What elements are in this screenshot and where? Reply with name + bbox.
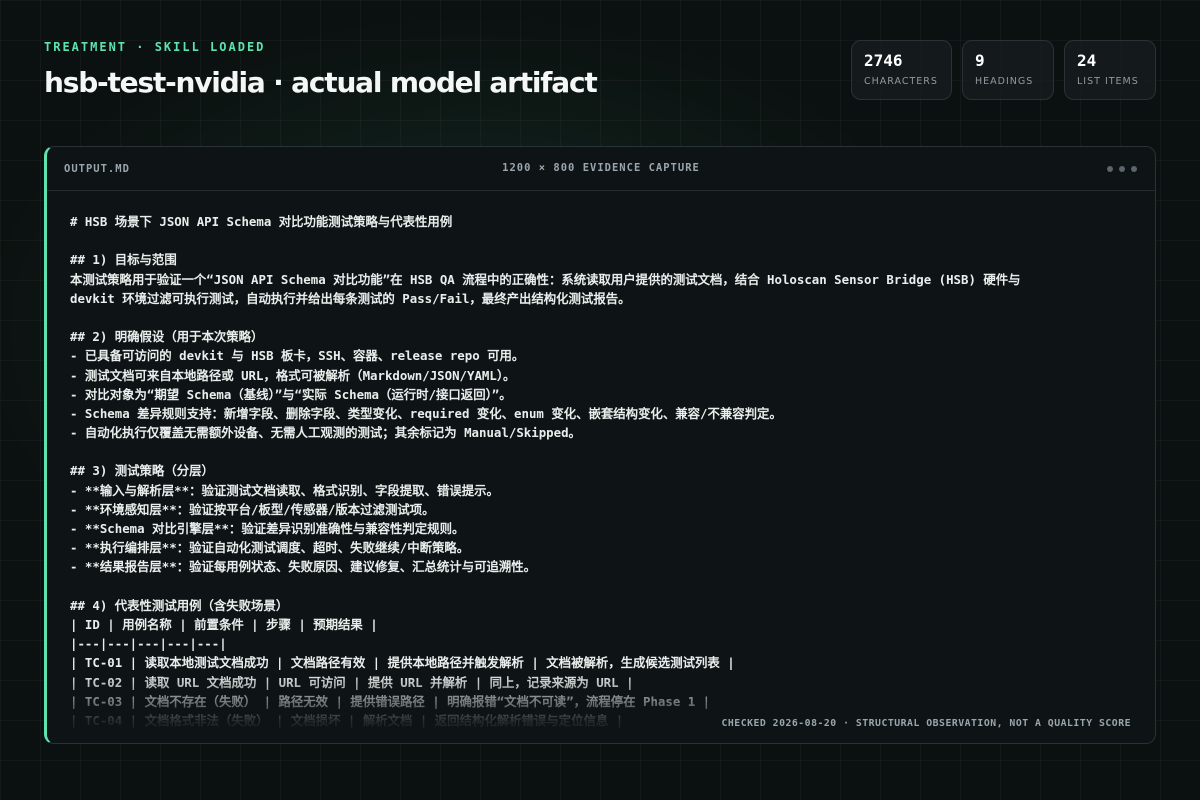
markdown-line: | TC-01 | 读取本地测试文档成功 | 文档路径有效 | 提供本地路径并触… <box>70 655 735 671</box>
markdown-line: - **执行编排层**：验证自动化测试调度、超时、失败继续/中断策略。 <box>70 540 470 556</box>
markdown-line: - **环境感知层**：验证按平台/板型/传感器/版本过滤测试项。 <box>70 501 435 517</box>
page-title: hsb-test-nvidia · actual model artifact <box>44 66 598 99</box>
dot-icon <box>1119 166 1125 172</box>
markdown-line: ## 1) 目标与范围 <box>70 252 177 268</box>
markdown-line: |---|---|---|---|---| <box>70 636 227 652</box>
markdown-line: ## 3) 测试策略（分层） <box>70 463 214 479</box>
output-panel: OUTPUT.MD 1200 × 800 EVIDENCE CAPTURE # … <box>44 146 1156 744</box>
markdown-line: - **Schema 对比引擎层**：验证差异识别准确性与兼容性判定规则。 <box>70 521 465 536</box>
markdown-line <box>70 577 1150 596</box>
markdown-line: - 测试文档可来自本地路径或 URL，格式可被解析（Markdown/JSON/… <box>70 367 516 383</box>
treatment-eyebrow: TREATMENT · SKILL LOADED <box>44 40 266 54</box>
markdown-line: - Schema 差异规则支持：新增字段、删除字段、类型变化、required … <box>70 405 782 421</box>
stat-list-items: 24 LIST ITEMS <box>1064 40 1156 100</box>
markdown-line <box>70 442 1150 461</box>
stat-list-items-value: 24 <box>1077 51 1097 70</box>
markdown-line <box>70 308 1150 327</box>
dot-icon <box>1131 166 1137 172</box>
markdown-line: | ID | 用例名称 | 前置条件 | 步骤 | 预期结果 | <box>70 616 378 632</box>
markdown-line: - **结果报告层**：验证每用例状态、失败原因、建议修复、汇总统计与可追溯性。 <box>70 559 537 575</box>
markdown-line: ## 4) 代表性测试用例（含失败场景） <box>70 597 289 613</box>
stat-headings-label: HEADINGS <box>975 76 1034 87</box>
checked-footnote: CHECKED 2026-08-20 · STRUCTURAL OBSERVAT… <box>721 718 1131 729</box>
stats-group: 2746 CHARACTERS 9 HEADINGS 24 LIST ITEMS <box>851 40 1156 100</box>
stat-headings-value: 9 <box>975 51 985 70</box>
markdown-line: devkit 环境过滤可执行测试，自动执行并给出每条测试的 Pass/Fail，… <box>70 290 631 306</box>
stat-list-items-label: LIST ITEMS <box>1077 76 1139 87</box>
stat-characters-value: 2746 <box>864 51 903 70</box>
markdown-line <box>70 231 1150 250</box>
markdown-line: | TC-02 | 读取 URL 文档成功 | URL 可访问 | 提供 URL… <box>70 674 634 690</box>
markdown-line: | TC-03 | 文档不存在（失败） | 路径无效 | 提供错误路径 | 明确… <box>70 693 711 709</box>
panel-capture-label: 1200 × 800 EVIDENCE CAPTURE <box>502 162 700 174</box>
markdown-line: 本测试策略用于验证一个“JSON API Schema 对比功能”在 HSB Q… <box>70 271 1021 287</box>
markdown-line: - 对比对象为“期望 Schema（基线）”与“实际 Schema（运行时/接口… <box>70 386 512 402</box>
markdown-line: ## 2) 明确假设（用于本次策略） <box>70 329 264 345</box>
markdown-line: - **输入与解析层**：验证测试文档读取、格式识别、字段提取、错误提示。 <box>70 482 499 498</box>
markdown-line: - 自动化执行仅覆盖无需额外设备、无需人工观测的测试；其余标记为 Manual/… <box>70 425 581 441</box>
stat-characters: 2746 CHARACTERS <box>851 40 952 100</box>
markdown-line: - 已具备可访问的 devkit 与 HSB 板卡，SSH、容器、release… <box>70 348 525 364</box>
panel-header: OUTPUT.MD 1200 × 800 EVIDENCE CAPTURE <box>47 147 1155 191</box>
stat-characters-label: CHARACTERS <box>864 76 938 87</box>
markdown-line: # HSB 场景下 JSON API Schema 对比功能测试策略与代表性用例 <box>70 214 453 229</box>
stat-headings: 9 HEADINGS <box>962 40 1054 100</box>
dot-icon <box>1107 166 1113 172</box>
window-dots-icon <box>1107 166 1137 172</box>
markdown-output: # HSB 场景下 JSON API Schema 对比功能测试策略与代表性用例… <box>70 212 1150 730</box>
